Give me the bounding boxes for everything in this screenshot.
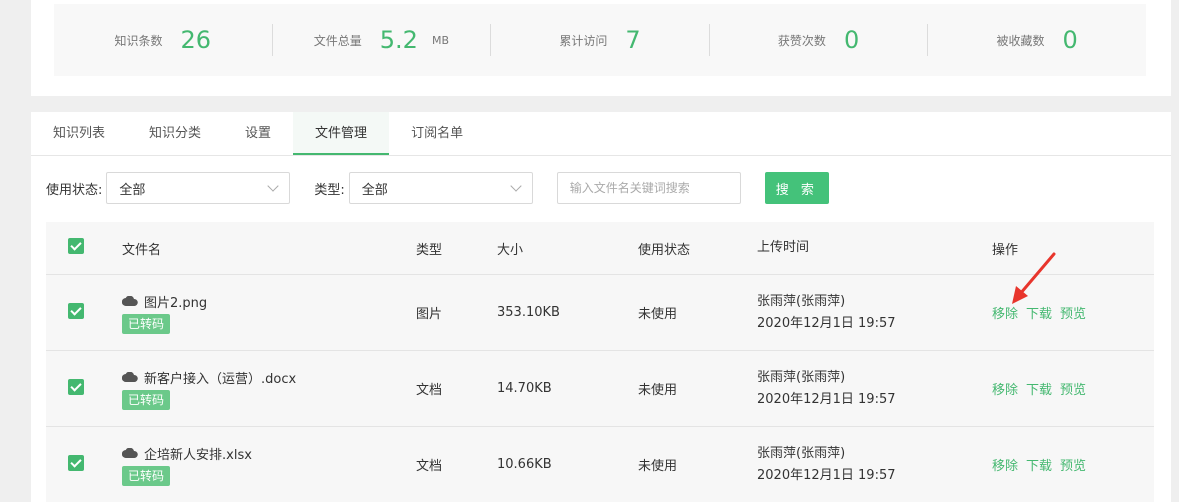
search-button[interactable]: 搜 索 [764,172,829,204]
usage-status: 未使用 [638,383,678,398]
type-select[interactable]: 全部 [348,172,533,204]
download-link[interactable]: 下载 [1026,459,1052,474]
header-filename: 文件名 [122,242,162,258]
annotation-arrow-icon [1012,252,1056,304]
remove-link[interactable]: 移除 [992,383,1018,398]
tab-settings[interactable]: 设置 [223,112,293,155]
stat-value: 5.2 [379,26,418,54]
transcoded-badge: 已转码 [122,313,171,334]
file-management-panel: 知识列表 知识分类 设置 文件管理 订阅名单 使用状态: 全部 类型: 全部 搜… [31,112,1171,502]
stat-value: 7 [625,26,641,54]
stat-value: 0 [1062,26,1078,54]
file-name: 企培新人安排.xlsx [144,447,252,463]
upload-time: 2020年12月1日 19:57 [757,467,896,483]
stat-value: 0 [843,26,860,54]
upload-time: 2020年12月1日 19:57 [757,391,896,407]
stat-label: 累计访问 [559,33,608,48]
tab-bar: 知识列表 知识分类 设置 文件管理 订阅名单 [31,112,1171,156]
status-select-value: 全部 [119,182,146,198]
type-filter-label: 类型: [314,182,345,198]
status-filter-label: 使用状态: [46,182,103,198]
stat-label: 获赞次数 [777,33,826,48]
stat-favorites: 被收藏数 0 [928,24,1146,56]
uploader: 张雨萍(张雨萍) [757,445,846,461]
cloud-icon [122,448,138,458]
file-type: 文档 [416,383,443,398]
stats-bar: 知识条数 26 文件总量 5.2 MB 累计访问 7 获赞次数 0 被收藏数 0 [54,4,1146,76]
row-checkbox[interactable] [68,378,84,395]
status-select[interactable]: 全部 [106,172,291,204]
table-row: 图片2.png 已转码 图片 353.10KB 未使用 张雨萍(张雨萍) 202… [46,274,1154,350]
stat-knowledge-count: 知识条数 26 [54,24,273,56]
row-checkbox[interactable] [68,302,84,319]
header-type: 类型 [416,242,443,258]
stat-file-total: 文件总量 5.2 MB [273,24,492,56]
stat-label: 文件总量 [313,33,362,48]
preview-link[interactable]: 预览 [1060,307,1086,322]
uploader: 张雨萍(张雨萍) [757,293,846,309]
table-row: 新客户接入（运营）.docx 已转码 文档 14.70KB 未使用 张雨萍(张雨… [46,350,1154,426]
uploader: 张雨萍(张雨萍) [757,369,846,385]
transcoded-badge: 已转码 [122,389,171,410]
stat-label: 知识条数 [114,33,163,48]
search-input[interactable] [556,172,741,204]
transcoded-badge: 已转码 [122,465,171,486]
file-size: 14.70KB [497,381,552,396]
table-header: 文件名 类型 大小 使用状态 上传时间 操作 [46,222,1154,274]
tab-knowledge-category[interactable]: 知识分类 [127,112,223,155]
download-link[interactable]: 下载 [1026,307,1052,322]
table-row: 企培新人安排.xlsx 已转码 文档 10.66KB 未使用 张雨萍(张雨萍) … [46,426,1154,502]
file-type: 文档 [416,459,443,474]
type-select-value: 全部 [361,182,388,198]
stat-value: 26 [180,26,212,54]
file-name: 新客户接入（运营）.docx [144,371,297,387]
row-checkbox[interactable] [68,454,84,471]
stat-visits: 累计访问 7 [491,24,710,56]
chevron-down-icon [267,180,280,192]
tab-subscribers[interactable]: 订阅名单 [389,112,485,155]
file-size: 10.66KB [497,457,552,472]
tab-knowledge-list[interactable]: 知识列表 [31,112,127,155]
cloud-icon [122,296,138,306]
remove-link[interactable]: 移除 [992,459,1018,474]
stat-likes: 获赞次数 0 [710,24,929,56]
select-all-checkbox[interactable] [68,238,84,254]
stat-unit: MB [431,33,449,47]
header-size: 大小 [497,242,524,258]
stats-card: 知识条数 26 文件总量 5.2 MB 累计访问 7 获赞次数 0 被收藏数 0 [31,0,1171,96]
usage-status: 未使用 [638,459,678,474]
file-name: 图片2.png [144,295,208,311]
header-upload-time: 上传时间 [757,240,810,255]
tab-file-management[interactable]: 文件管理 [293,112,390,155]
download-link[interactable]: 下载 [1026,383,1052,398]
stat-label: 被收藏数 [996,33,1045,48]
upload-time: 2020年12月1日 19:57 [757,315,896,331]
file-table: 文件名 类型 大小 使用状态 上传时间 操作 图片2.png 已转码 图片 35… [46,222,1154,502]
file-size: 353.10KB [497,305,560,320]
remove-link[interactable]: 移除 [992,307,1018,322]
file-type: 图片 [416,307,443,322]
header-status: 使用状态 [638,242,691,258]
filter-bar: 使用状态: 全部 类型: 全部 搜 索 [46,172,1171,204]
chevron-down-icon [510,180,522,192]
preview-link[interactable]: 预览 [1060,459,1086,474]
usage-status: 未使用 [638,307,678,322]
cloud-icon [122,372,138,382]
preview-link[interactable]: 预览 [1060,383,1086,398]
